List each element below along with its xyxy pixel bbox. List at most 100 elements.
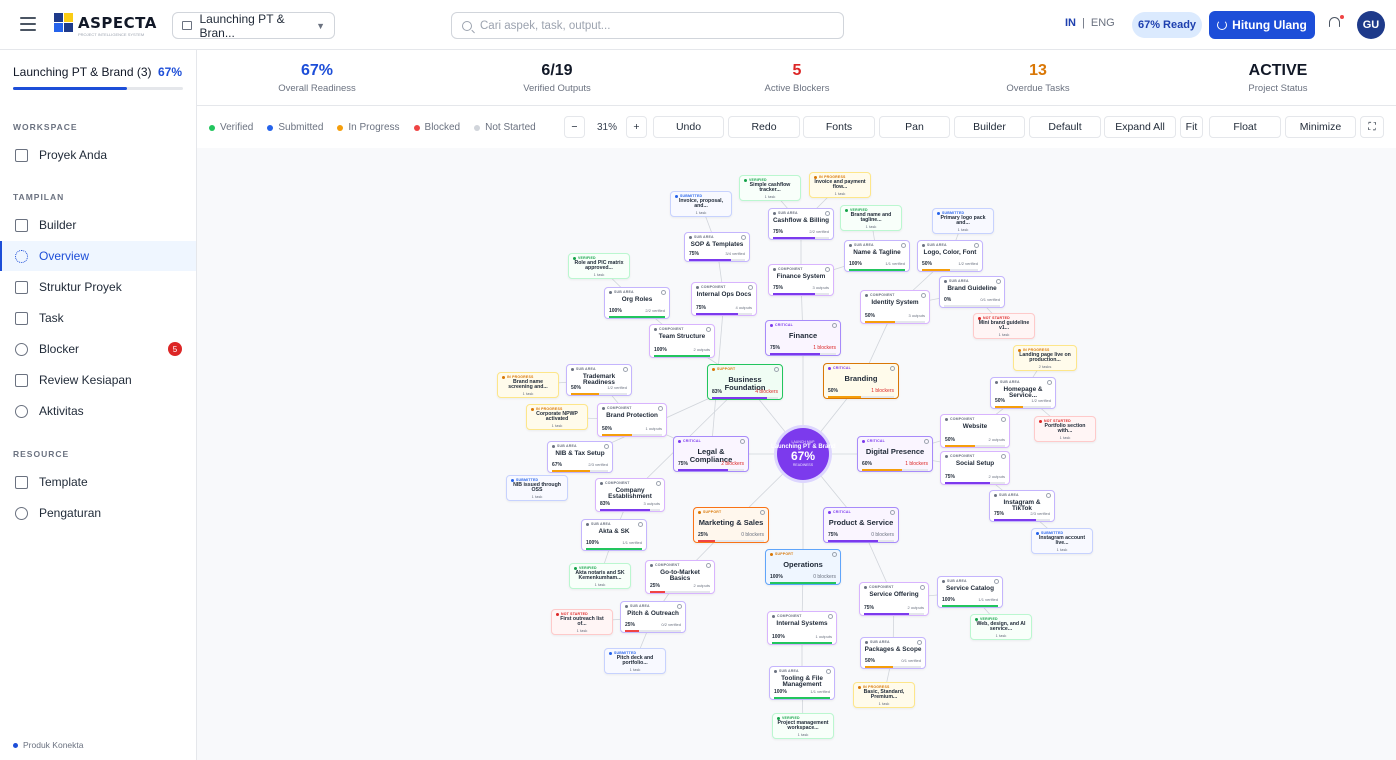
sidebar-item-task[interactable]: Task xyxy=(0,303,196,333)
map-node[interactable]: COMPONENT Identity System 50% 3 outputs xyxy=(860,290,930,324)
zoom-out-button[interactable]: − xyxy=(564,116,585,138)
collapse-icon[interactable] xyxy=(832,323,837,328)
collapse-icon[interactable] xyxy=(623,367,628,372)
collapse-icon[interactable] xyxy=(661,290,666,295)
map-node[interactable]: VERIFIED Web, design, and AI service... 1 … xyxy=(970,614,1032,640)
map-node[interactable]: SUB AREA Org Roles 100% 2/2 verified xyxy=(604,287,670,319)
recalculate-button[interactable]: Hitung Ulang xyxy=(1209,11,1315,39)
collapse-icon[interactable] xyxy=(996,279,1001,284)
map-node[interactable]: COMPONENT Social Setup 75% 2 outputs xyxy=(940,451,1010,485)
collapse-icon[interactable] xyxy=(1001,454,1006,459)
collapse-icon[interactable] xyxy=(658,406,663,411)
default-button[interactable]: Default xyxy=(1029,116,1101,138)
notification-bell-icon[interactable] xyxy=(1329,15,1344,31)
avatar[interactable]: GU xyxy=(1357,11,1385,39)
map-node[interactable]: VERIFIED Brand name and tagline... 1 task xyxy=(840,205,902,231)
map-node[interactable]: SUPPORT Operations 100% 0 blockers xyxy=(765,549,841,585)
collapse-icon[interactable] xyxy=(920,585,925,590)
map-node[interactable]: SUB AREA NIB & Tax Setup 67% 2/3 verified xyxy=(547,441,613,473)
map-node[interactable]: SUB AREA Name & Tagline 100% 1/1 verified xyxy=(844,240,910,272)
lang-in-button[interactable]: IN xyxy=(1065,17,1076,29)
collapse-icon[interactable] xyxy=(828,614,833,619)
sidebar-item-pengaturan[interactable]: Pengaturan xyxy=(0,498,196,528)
menu-icon[interactable] xyxy=(20,17,36,31)
collapse-icon[interactable] xyxy=(994,579,999,584)
map-node[interactable]: SUB AREA Service Catalog 100% 1/1 verified xyxy=(937,576,1003,608)
map-node[interactable]: SUB AREA Tooling & File Management 100% 1/1… xyxy=(769,666,835,700)
collapse-icon[interactable] xyxy=(1046,493,1051,498)
collapse-icon[interactable] xyxy=(677,604,682,609)
collapse-icon[interactable] xyxy=(924,439,929,444)
map-node[interactable]: SUB AREA Packages & Scope 50% 0/1 verified xyxy=(860,637,926,669)
undo-button[interactable]: Undo xyxy=(653,116,724,138)
map-node[interactable]: SUB AREA Akta & SK 100% 1/1 verified xyxy=(581,519,647,551)
map-node[interactable]: COMPONENT Brand Protection 50% 1 outputs xyxy=(597,403,667,437)
zoom-in-button[interactable]: + xyxy=(626,116,647,138)
map-node[interactable]: SUPPORT Business Foundation 83% 4 blockers xyxy=(707,364,783,400)
expand-all-button[interactable]: Expand All xyxy=(1104,116,1176,138)
collapse-icon[interactable] xyxy=(832,552,837,557)
builder-button[interactable]: Builder xyxy=(954,116,1025,138)
collapse-icon[interactable] xyxy=(706,563,711,568)
map-node[interactable]: SUBMITTED Primary logo pack and... 1 task xyxy=(932,208,994,234)
map-node[interactable]: CRITICAL Product & Service 75% 0 blockers xyxy=(823,507,899,543)
sidebar-item-proyek-anda[interactable]: Proyek Anda xyxy=(0,140,196,170)
sidebar-item-overview[interactable]: Overview xyxy=(0,241,196,271)
map-node[interactable]: VERIFIED Project management workspace... 1… xyxy=(772,713,834,739)
collapse-icon[interactable] xyxy=(917,640,922,645)
collapse-icon[interactable] xyxy=(740,439,745,444)
map-node[interactable]: SUBMITTED NIB issued through OSS 1 task xyxy=(506,475,568,501)
map-node[interactable]: SUB AREA SOP & Templates 75% 3/4 verified xyxy=(684,232,750,262)
map-node[interactable]: SUBMITTED Instagram account live... 1 task xyxy=(1031,528,1093,554)
collapse-icon[interactable] xyxy=(1047,380,1052,385)
map-node[interactable]: COMPONENT Go-to-Market Basics 25% 2 outputs xyxy=(645,560,715,594)
collapse-icon[interactable] xyxy=(890,510,895,515)
collapse-icon[interactable] xyxy=(1001,417,1006,422)
collapse-icon[interactable] xyxy=(826,669,831,674)
map-node[interactable]: CRITICAL Digital Presence 60% 1 blockers xyxy=(857,436,933,472)
redo-button[interactable]: Redo xyxy=(728,116,800,138)
map-node[interactable]: COMPONENT Team Structure 100% 2 outputs xyxy=(649,324,715,358)
collapse-icon[interactable] xyxy=(706,327,711,332)
float-button[interactable]: Float xyxy=(1209,116,1281,138)
map-node[interactable]: COMPONENT Internal Ops Docs 75% 4 outputs xyxy=(691,282,757,316)
sidebar-item-blocker[interactable]: Blocker 5 xyxy=(0,334,196,364)
pan-button[interactable]: Pan xyxy=(879,116,950,138)
map-node[interactable]: VERIFIED Role and PIC matrix approved... 1… xyxy=(568,253,630,279)
map-node[interactable]: SUB AREA Pitch & Outreach 25% 0/2 verified xyxy=(620,601,686,633)
map-node[interactable]: COMPONENT Company Establishment 83% 3 outpu… xyxy=(595,478,665,512)
map-node[interactable]: VERIFIED Simple cashflow tracker... 1 task xyxy=(739,175,801,201)
map-node[interactable]: CRITICAL Finance 75% 1 blockers xyxy=(765,320,841,356)
sidebar-item-review-kesiapan[interactable]: Review Kesiapan xyxy=(0,365,196,395)
collapse-icon[interactable] xyxy=(774,367,779,372)
map-node[interactable]: COMPONENT Service Offering 75% 2 outputs xyxy=(859,582,929,616)
map-node[interactable]: IN PROGRESS Corporate NPWP activated 1 tas… xyxy=(526,404,588,430)
map-node[interactable]: SUB AREA Instagram & TikTok 75% 2/3 verifie… xyxy=(989,490,1055,522)
collapse-icon[interactable] xyxy=(741,235,746,240)
sidebar-item-builder[interactable]: Builder xyxy=(0,210,196,240)
sidebar-item-aktivitas[interactable]: Aktivitas xyxy=(0,396,196,426)
collapse-icon[interactable] xyxy=(604,444,609,449)
sidebar-item-struktur-proyek[interactable]: Struktur Proyek xyxy=(0,272,196,302)
collapse-icon[interactable] xyxy=(890,366,895,371)
map-node[interactable]: CRITICAL Branding 50% 1 blockers xyxy=(823,363,899,399)
map-node[interactable]: IN PROGRESS Invoice and payment flow... 1 … xyxy=(809,172,871,198)
map-node[interactable]: SUBMITTED Pitch deck and portfolio... 1 ta… xyxy=(604,648,666,674)
map-node[interactable]: SUB AREA Logo, Color, Font 50% 1/2 verified xyxy=(917,240,983,272)
logo[interactable]: ASPECTA PROJECT INTELLIGENCE SYSTEM xyxy=(54,13,157,37)
map-node[interactable]: IN PROGRESS Basic, Standard, Premium... 1 … xyxy=(853,682,915,708)
map-node[interactable]: NOT STARTED First outreach list of... 1 ta… xyxy=(551,609,613,635)
fonts-button[interactable]: Fonts xyxy=(803,116,875,138)
map-node[interactable]: SUB AREA Cashflow & Billing 75% 2/2 verifie… xyxy=(768,208,834,240)
map-node[interactable]: SUB AREA Brand Guideline 0% 0/1 verified xyxy=(939,276,1005,308)
map-node[interactable]: COMPONENT Website 50% 2 outputs xyxy=(940,414,1010,448)
map-node[interactable]: NOT STARTED Mini brand guideline v1... 1 t… xyxy=(973,313,1035,339)
map-node[interactable]: SUB AREA Homepage & Service... 50% 1/2 veri… xyxy=(990,377,1056,409)
map-node[interactable]: COMPONENT Finance System 75% 3 outputs xyxy=(768,264,834,296)
map-node[interactable]: COMPONENT Internal Systems 100% 1 outputs xyxy=(767,611,837,645)
fullscreen-icon[interactable]: ⛶ xyxy=(1360,116,1384,138)
fit-button[interactable]: Fit xyxy=(1180,116,1203,138)
map-node[interactable]: CRITICAL Legal & Compliance 75% 2 blockers xyxy=(673,436,749,472)
collapse-icon[interactable] xyxy=(825,267,830,272)
map-node[interactable]: SUBMITTED Invoice, proposal, and... 1 task xyxy=(670,191,732,217)
